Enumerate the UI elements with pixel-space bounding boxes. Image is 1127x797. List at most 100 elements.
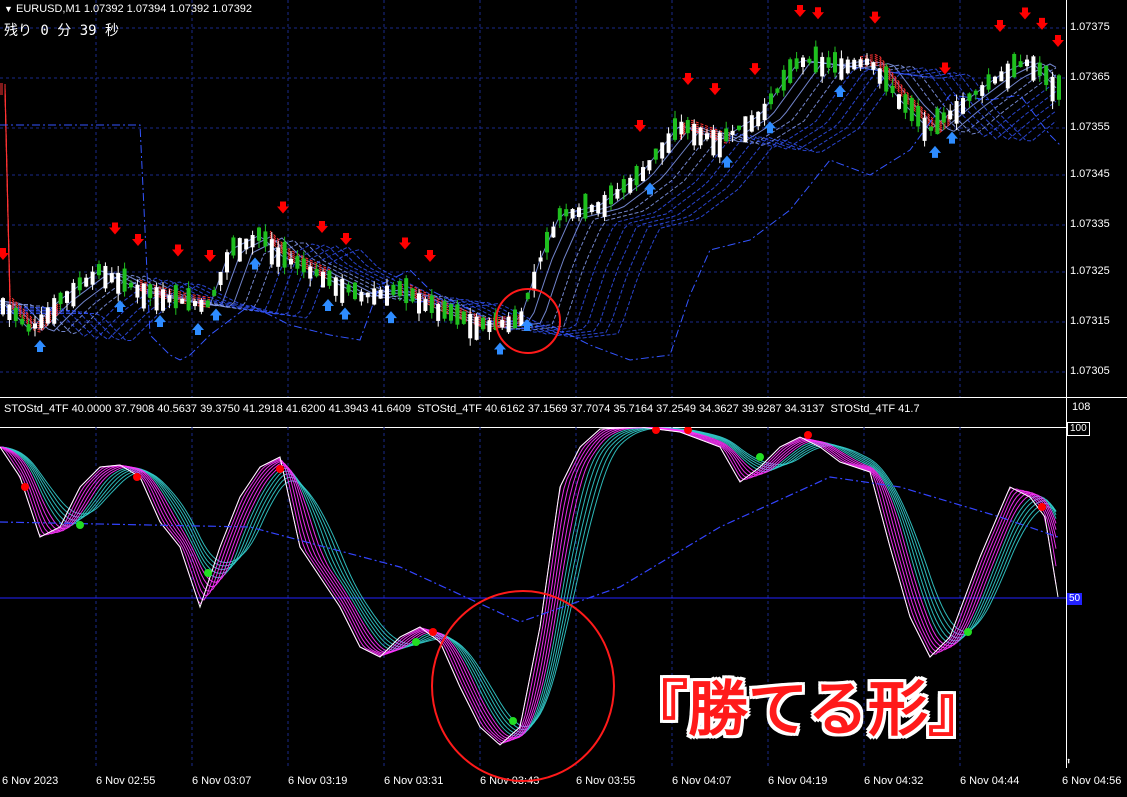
candle-body (794, 58, 799, 69)
candle-body (737, 125, 741, 130)
candle-body (1031, 56, 1036, 81)
up-arrow-icon (249, 257, 261, 270)
candle-body (826, 57, 831, 68)
candle-body (193, 300, 197, 307)
candle-body (993, 76, 997, 84)
time-tick-label: 6 Nov 03:07 (192, 775, 252, 787)
candle-body (429, 295, 434, 313)
candle-body (890, 85, 895, 94)
candle-body (801, 57, 805, 68)
candle-body (33, 323, 37, 329)
up-arrow-icon (210, 308, 222, 321)
candle-body (513, 309, 517, 329)
candle-body (724, 128, 729, 142)
candle-body (641, 167, 645, 182)
candle-body (1018, 61, 1023, 68)
candle-body (545, 231, 549, 253)
up-arrow-icon (385, 311, 397, 324)
up-arrow-icon (339, 307, 351, 320)
candle-body (129, 282, 133, 288)
down-arrow-icon (1052, 35, 1064, 47)
time-tick-label: 6 Nov 04:19 (768, 775, 828, 787)
up-arrow-icon (34, 340, 46, 352)
candle-body (577, 207, 581, 218)
candle-body (570, 209, 575, 219)
candle-body (327, 270, 332, 286)
time-tick-label: 6 Nov 04:44 (960, 775, 1020, 787)
candle-body (615, 189, 620, 199)
candle-body (500, 319, 505, 328)
scroll-marker-icon[interactable]: ⬆ (1066, 757, 1074, 767)
candle-body (692, 123, 697, 146)
time-tick-label: 6 Nov 03:31 (384, 775, 444, 787)
candle-body (935, 108, 940, 135)
candle-body (314, 268, 319, 277)
candle-body (410, 288, 415, 302)
candle-body (1050, 76, 1055, 102)
candle-body (58, 292, 63, 305)
down-arrow-icon (794, 5, 806, 17)
candle-body (698, 127, 703, 146)
time-tick-label: 6 Nov 03:55 (576, 775, 636, 787)
candle-body (506, 316, 511, 333)
candle-body (634, 166, 639, 186)
candle-body (909, 97, 914, 122)
candle-body (1005, 63, 1010, 89)
candle-body (877, 68, 882, 84)
down-arrow-icon (994, 20, 1006, 32)
candle-body (282, 241, 287, 268)
candle-body (781, 69, 786, 91)
price-chart-canvas[interactable] (0, 0, 1066, 397)
candle-body (1, 298, 5, 315)
candle-body (884, 66, 889, 92)
candle-body (705, 133, 709, 140)
candle-body (519, 311, 524, 327)
candle-body (289, 258, 293, 265)
candle-body (71, 282, 76, 307)
candle-body (1037, 62, 1042, 76)
candle-body (225, 252, 229, 273)
candle-body (378, 289, 383, 299)
signal-dot-red (652, 427, 660, 434)
up-arrow-icon (929, 145, 941, 158)
price-tick-label: 1.07345 (1070, 168, 1110, 180)
time-tick-label: 6 Nov 02:55 (96, 775, 156, 787)
time-tick-label: 6 Nov 04:07 (672, 775, 732, 787)
up-arrow-icon (721, 155, 733, 168)
down-arrow-icon (172, 244, 184, 257)
candle-body (276, 247, 281, 267)
candle-body (122, 268, 127, 292)
level-50-label: 50 (1067, 593, 1083, 605)
candle-body (621, 179, 626, 193)
candle-body (52, 298, 57, 324)
candle-body (967, 93, 972, 101)
candle-body (557, 208, 562, 221)
pane-separator[interactable] (0, 397, 1127, 398)
candle-body (436, 304, 441, 321)
price-scale[interactable] (1066, 0, 1127, 768)
triangle-down-icon[interactable]: ▼ (4, 4, 13, 14)
candle-body (103, 265, 108, 289)
candle-body (340, 278, 345, 303)
up-arrow-icon (114, 300, 126, 312)
down-arrow-icon (424, 250, 436, 262)
candle-body (65, 291, 69, 303)
candle-body (628, 177, 633, 193)
down-arrow-icon (277, 201, 289, 214)
signal-dot-red (429, 628, 437, 636)
candle-body (13, 307, 18, 322)
candle-body (833, 52, 837, 73)
candle-body (199, 300, 204, 312)
up-arrow-icon (946, 131, 958, 144)
time-tick-label: 6 Nov 2023 (2, 775, 59, 787)
down-band-line (0, 83, 61, 323)
down-arrow-icon (682, 73, 694, 85)
candle-body (77, 277, 82, 291)
candle-body (865, 58, 869, 65)
down-arrow-icon (340, 233, 352, 245)
symbol-info: EURUSD,M1 1.07392 1.07394 1.07392 1.0739… (15, 3, 253, 15)
price-chart[interactable] (0, 0, 1066, 397)
candle-body (449, 304, 453, 321)
candle-body (423, 299, 428, 311)
down-arrow-icon (749, 63, 761, 76)
